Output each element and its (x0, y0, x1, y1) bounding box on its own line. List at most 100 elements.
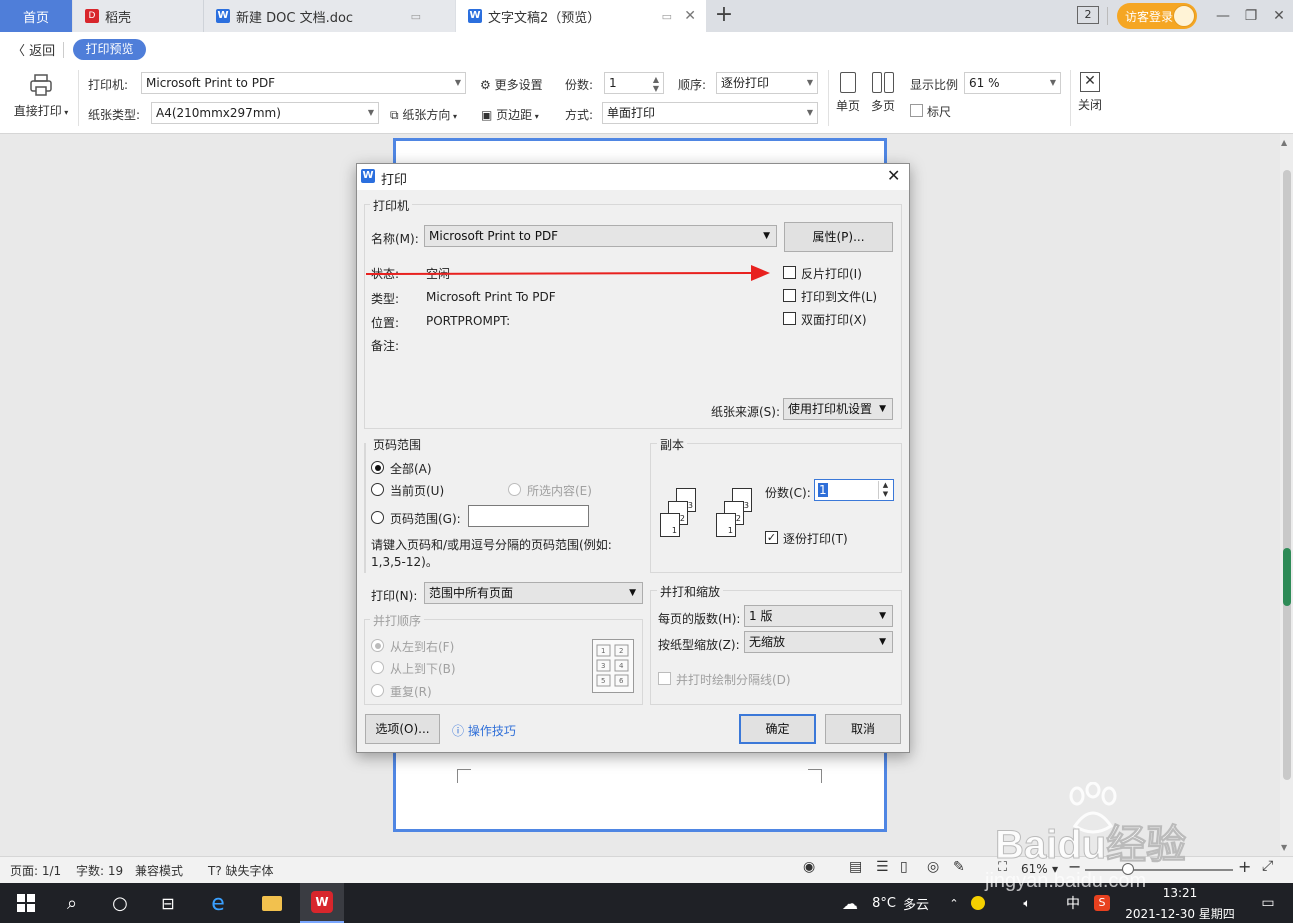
weather-temp[interactable]: 8°C (869, 883, 899, 923)
cancel-button[interactable]: 取消 (825, 714, 901, 744)
dialog-titlebar (357, 164, 909, 190)
tab-preview-doc[interactable]: W 文字文稿2（预览） ▭ ✕ (456, 0, 706, 32)
zoom-out-icon[interactable]: − (1068, 857, 1081, 876)
paper-type-select[interactable]: A4(210mmx297mm) ▼ (151, 102, 379, 124)
missing-font-button[interactable]: T? 缺失字体 (208, 862, 274, 879)
single-page-button[interactable]: 单页 (834, 72, 862, 114)
ie-browser-icon[interactable]: e (200, 883, 236, 923)
print-to-file-checkbox[interactable] (783, 289, 796, 302)
mode-select[interactable]: 单面打印 ▼ (602, 102, 818, 124)
search-icon[interactable]: ⌕ (54, 883, 90, 923)
left-to-right-radio[interactable] (371, 639, 384, 652)
close-dialog-icon[interactable]: ✕ (887, 166, 900, 185)
window-count-badge[interactable]: 2 (1077, 6, 1099, 24)
reverse-print-label: 反片打印(I) (801, 267, 862, 281)
task-view-icon[interactable]: ⊟ (150, 883, 186, 923)
speaker-icon[interactable]: 🔈︎ (1018, 883, 1036, 923)
options-button[interactable]: 选项(O)... (365, 714, 440, 744)
tips-link[interactable]: ⓘ 操作技巧 (452, 722, 516, 739)
page-range-input[interactable] (468, 505, 589, 527)
outline-view-icon[interactable]: ☰ (876, 859, 889, 875)
wps-taskbar-icon[interactable]: W (300, 883, 344, 923)
printer-name-select[interactable]: Microsoft Print to PDF ▼ (424, 225, 777, 247)
scale-select[interactable]: 无缩放 ▼ (744, 631, 893, 653)
spin-arrows-icon[interactable]: ▲ ▼ (878, 481, 892, 499)
login-button[interactable]: 访客登录 (1117, 3, 1197, 29)
notification-icon[interactable]: ▭ (1256, 883, 1280, 923)
print-range-select[interactable]: 范围中所有页面 ▼ (424, 582, 643, 604)
tab-home[interactable]: 首页 (0, 0, 72, 32)
weather-desc[interactable]: 多云 (901, 883, 931, 923)
ime-indicator[interactable]: 中 (1062, 883, 1084, 923)
cortana-icon[interactable]: ○ (102, 883, 138, 923)
word-count[interactable]: 字数: 19 (76, 862, 123, 879)
more-settings-button[interactable]: ⚙ 更多设置 (480, 76, 543, 93)
scroll-down-icon[interactable]: ▼ (1281, 843, 1287, 852)
properties-button[interactable]: 属性(P)... (784, 222, 893, 252)
scroll-handle[interactable] (1283, 548, 1291, 606)
direct-print-button[interactable]: 直接打印 ▾ (10, 70, 72, 119)
tab-docer[interactable]: D 稻壳 (73, 0, 203, 32)
red-arrow-annotation (366, 265, 770, 281)
back-button[interactable]: 〈 返回 (12, 40, 55, 59)
fullscreen-icon[interactable]: ⤢ (1262, 858, 1273, 874)
file-explorer-icon[interactable] (254, 883, 290, 923)
login-label: 访客登录 (1125, 9, 1174, 24)
page-range-radio[interactable] (371, 511, 384, 524)
draw-lines-checkbox[interactable] (658, 672, 671, 685)
eye-icon[interactable]: ◉ (803, 859, 815, 875)
ok-button[interactable]: 确定 (739, 714, 816, 744)
order-select[interactable]: 逐份打印 ▼ (716, 72, 818, 94)
restore-icon[interactable]: ❐ (1239, 4, 1263, 28)
zoom-in-icon[interactable]: + (1238, 857, 1251, 876)
orientation-button[interactable]: ⧉ 纸张方向 ▾ (390, 106, 457, 123)
scroll-up-icon[interactable]: ▲ (1281, 138, 1287, 147)
ruler-checkbox[interactable] (910, 104, 923, 117)
fit-page-icon[interactable]: ⛶ (998, 860, 1007, 875)
zoom-slider-thumb[interactable] (1122, 863, 1134, 875)
repeat-radio[interactable] (371, 684, 384, 697)
reverse-print-checkbox[interactable] (783, 266, 796, 279)
collate-checkbox[interactable]: ✓ (765, 531, 778, 544)
pin-icon[interactable]: ▭ (662, 10, 672, 23)
selection-radio[interactable] (508, 483, 521, 496)
clock-date[interactable]: 2021-12-30 星期四 (1120, 905, 1240, 922)
multi-page-button[interactable]: 多页 (868, 72, 898, 114)
web-view-icon[interactable]: ◎ (927, 859, 939, 875)
pages-per-sheet-value: 1 版 (749, 609, 773, 623)
margins-button[interactable]: ▣ 页边距 ▾ (481, 106, 539, 123)
pin-icon[interactable]: ▭ (411, 10, 421, 23)
scrollbar-thumb[interactable] (1283, 170, 1291, 780)
top-to-bottom-radio[interactable] (371, 661, 384, 674)
stepper-arrows-icon[interactable]: ▲ ▼ (653, 75, 659, 93)
page-view-icon[interactable]: ▤ (849, 859, 862, 875)
sogou-icon[interactable]: S (1092, 883, 1112, 923)
pen-icon[interactable]: ✎ (953, 859, 965, 875)
clock-time[interactable]: 13:21 (1125, 886, 1235, 900)
zoom-select[interactable]: 61 % ▼ (964, 72, 1061, 94)
cloud-icon: ☁ (842, 893, 858, 913)
paper-source-select[interactable]: 使用打印机设置 ▼ (783, 398, 893, 420)
duplex-print-checkbox[interactable] (783, 312, 796, 325)
printer-select[interactable]: Microsoft Print to PDF ▼ (141, 72, 466, 94)
all-pages-radio[interactable] (371, 461, 384, 474)
tab-new-doc[interactable]: W 新建 DOC 文档.doc ▭ (203, 0, 455, 32)
close-tab-icon[interactable]: ✕ (684, 8, 696, 24)
chevron-up-icon[interactable]: ⌃ (946, 883, 962, 923)
copies-spinbox[interactable]: 1 ▲ ▼ (814, 479, 894, 501)
read-view-icon[interactable]: ▯ (900, 859, 908, 875)
minimize-icon[interactable]: — (1211, 4, 1235, 28)
zoom-level[interactable]: 61% (1021, 862, 1048, 876)
windows-start-icon[interactable] (8, 883, 44, 923)
pages-per-sheet-select[interactable]: 1 版 ▼ (744, 605, 893, 627)
current-page-radio[interactable] (371, 483, 384, 496)
tray-app-icon[interactable] (968, 883, 988, 923)
close-window-icon[interactable]: ✕ (1267, 4, 1291, 28)
zoom-slider[interactable] (1085, 869, 1233, 871)
printer-name-value: Microsoft Print to PDF (429, 229, 559, 243)
chevron-down-icon[interactable]: ▼ (1052, 865, 1058, 874)
copies-stepper[interactable]: 1 ▲ ▼ (604, 72, 664, 94)
close-preview-button[interactable]: ✕ 关闭 (1076, 72, 1104, 113)
new-tab-button[interactable]: + (710, 2, 738, 30)
print-preview-tab[interactable]: 打印预览 (73, 39, 146, 60)
